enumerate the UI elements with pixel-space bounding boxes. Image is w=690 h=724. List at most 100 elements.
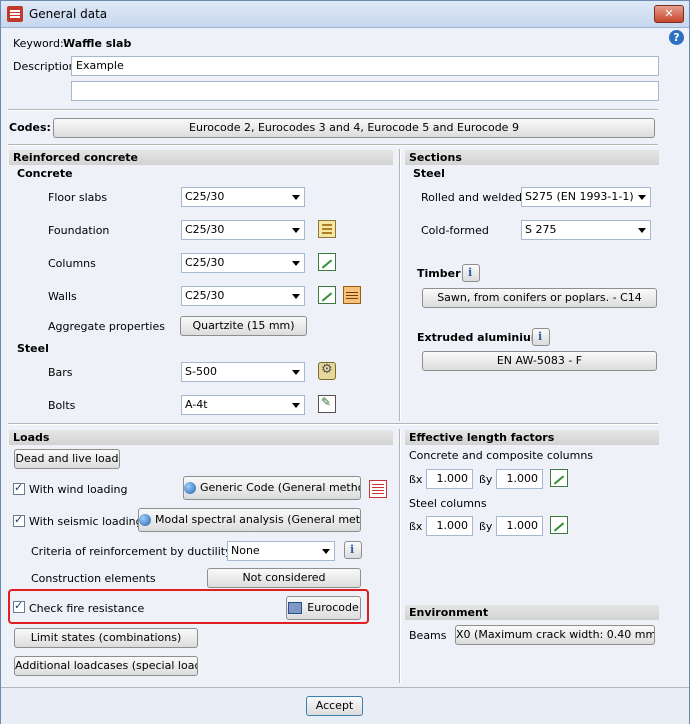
beams-label: Beams	[409, 629, 447, 642]
columns-label: Columns	[48, 257, 96, 270]
description-input-line2[interactable]	[71, 81, 659, 101]
aggregate-label: Aggregate properties	[48, 320, 165, 333]
cold-formed-value: S 275	[525, 223, 557, 236]
description-input[interactable]: Example	[71, 56, 659, 76]
eurocode-icon	[288, 602, 303, 614]
foundation-settings-icon[interactable]	[318, 220, 336, 238]
chevron-down-icon	[292, 370, 300, 375]
aluminium-label: Extruded aluminium	[417, 331, 543, 344]
bars-settings-icon[interactable]	[318, 362, 336, 380]
bolts-value: A-4t	[185, 398, 208, 411]
foundation-label: Foundation	[48, 224, 110, 237]
fire-code-button[interactable]: Eurocode	[286, 596, 361, 620]
walls-label: Walls	[48, 290, 77, 303]
floor-slabs-select[interactable]: C25/30	[181, 187, 305, 207]
codes-button[interactable]: Eurocode 2, Eurocodes 3 and 4, Eurocode …	[53, 118, 655, 138]
concrete-bx-label: ßx	[409, 473, 423, 486]
columns-chart-icon[interactable]	[318, 253, 336, 271]
ductility-select[interactable]: None	[227, 541, 335, 561]
divider	[8, 144, 658, 146]
wind-checkbox[interactable]	[13, 481, 25, 495]
wind-table-icon[interactable]	[369, 480, 387, 498]
cold-formed-select[interactable]: S 275	[521, 220, 651, 240]
ductility-value: None	[231, 544, 260, 557]
seismic-checkbox[interactable]	[13, 513, 25, 527]
bolts-label: Bolts	[48, 399, 76, 412]
concrete-bx-input[interactable]: 1.000	[426, 469, 473, 489]
bolts-select[interactable]: A-4t	[181, 395, 305, 415]
walls-value: C25/30	[185, 289, 225, 302]
section-header-loads: Loads	[9, 430, 393, 445]
walls-select[interactable]: C25/30	[181, 286, 305, 306]
app-icon	[7, 6, 23, 22]
help-icon[interactable]: ?	[669, 30, 684, 45]
rolled-value: S275 (EN 1993-1-1)	[525, 190, 634, 203]
steel-by-input[interactable]: 1.000	[496, 516, 543, 536]
close-button[interactable]: ✕	[654, 5, 684, 23]
seismic-label: With seismic loading	[29, 515, 143, 528]
dead-live-load-button[interactable]: Dead and live load	[14, 449, 120, 469]
limit-states-button[interactable]: Limit states (combinations)	[14, 628, 198, 648]
chevron-down-icon	[638, 195, 646, 200]
section-header-sections: Sections	[405, 150, 659, 165]
chevron-down-icon	[322, 549, 330, 554]
aluminium-info-icon[interactable]	[532, 328, 550, 346]
description-label: Description:	[13, 60, 80, 73]
divider	[8, 423, 658, 425]
columns-select[interactable]: C25/30	[181, 253, 305, 273]
section-header-effective-length: Effective length factors	[405, 430, 659, 445]
foundation-select[interactable]: C25/30	[181, 220, 305, 240]
divider	[399, 429, 401, 683]
chevron-down-icon	[292, 403, 300, 408]
wind-method-button[interactable]: Generic Code (General method)	[183, 476, 361, 500]
bars-select[interactable]: S-500	[181, 362, 305, 382]
window-title: General data	[29, 7, 108, 21]
concrete-subheading: Concrete	[17, 167, 73, 180]
construction-label: Construction elements	[31, 572, 156, 585]
aggregate-button[interactable]: Quartzite (15 mm)	[180, 316, 307, 336]
additional-loadcases-button[interactable]: Additional loadcases (special loads)	[14, 656, 198, 676]
floor-slabs-label: Floor slabs	[48, 191, 108, 204]
timber-label: Timber	[417, 267, 461, 280]
timber-info-icon[interactable]	[462, 264, 480, 282]
section-header-environment: Environment	[405, 605, 659, 620]
divider	[8, 109, 658, 111]
chevron-down-icon	[638, 228, 646, 233]
concrete-columns-label: Concrete and composite columns	[409, 449, 594, 462]
steel-columns-chart-icon[interactable]	[550, 516, 568, 534]
construction-button[interactable]: Not considered	[207, 568, 361, 588]
concrete-by-input[interactable]: 1.000	[496, 469, 543, 489]
beams-button[interactable]: X0 (Maximum crack width: 0.40 mm)	[455, 625, 655, 645]
timber-button[interactable]: Sawn, from conifers or poplars. - C14	[422, 288, 657, 308]
dialog-window: General data ✕ ? Keyword: Waffle slab De…	[0, 0, 690, 724]
concrete-columns-chart-icon[interactable]	[550, 469, 568, 487]
bars-value: S-500	[185, 365, 217, 378]
codes-label: Codes:	[9, 121, 51, 134]
dialog-footer: Accept	[1, 687, 689, 724]
section-header-reinforced-concrete: Reinforced concrete	[9, 150, 393, 165]
ductility-label: Criteria of reinforcement by ductility	[31, 545, 232, 558]
aluminium-button[interactable]: EN AW-5083 - F	[422, 351, 657, 371]
foundation-value: C25/30	[185, 223, 225, 236]
sections-steel-subheading: Steel	[413, 167, 445, 180]
columns-value: C25/30	[185, 256, 225, 269]
wind-label: With wind loading	[29, 483, 128, 496]
cold-formed-label: Cold-formed	[421, 224, 489, 237]
rolled-select[interactable]: S275 (EN 1993-1-1)	[521, 187, 651, 207]
wind-method-label: Generic Code (General method)	[200, 481, 361, 494]
steel-columns-label: Steel columns	[409, 497, 487, 510]
rolled-label: Rolled and welded	[421, 191, 522, 204]
accept-button[interactable]: Accept	[306, 696, 363, 716]
title-bar[interactable]: General data ✕	[1, 1, 689, 28]
ductility-info-icon[interactable]	[344, 541, 362, 559]
floor-slabs-value: C25/30	[185, 190, 225, 203]
seismic-method-button[interactable]: Modal spectral analysis (General method)	[138, 508, 361, 532]
chevron-down-icon	[292, 261, 300, 266]
steel-bx-input[interactable]: 1.000	[426, 516, 473, 536]
walls-table-icon[interactable]	[343, 286, 361, 304]
globe-icon	[184, 482, 196, 494]
keyword-label: Keyword:	[13, 37, 64, 50]
walls-chart-icon[interactable]	[318, 286, 336, 304]
fire-checkbox[interactable]	[13, 599, 25, 613]
bolts-edit-icon[interactable]	[318, 395, 336, 413]
